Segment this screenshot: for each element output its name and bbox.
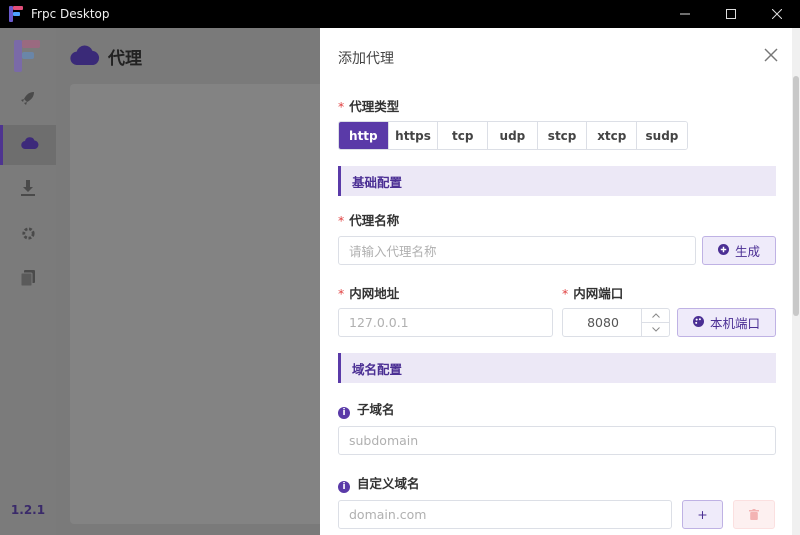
maximize-button[interactable] [708, 0, 754, 28]
sidebar-item-launch[interactable] [0, 80, 56, 120]
app-logo-icon [9, 6, 23, 22]
page-title: 代理 [108, 49, 142, 69]
download-icon [21, 180, 35, 200]
proxy-type-https[interactable]: https [388, 122, 439, 149]
drawer-title: 添加代理 [338, 51, 394, 67]
proxy-type-label: * 代理类型 [338, 99, 400, 114]
version-label: 1.2.1 [10, 503, 46, 517]
trash-icon [749, 509, 759, 520]
rocket-icon [20, 90, 36, 110]
window-title: Frpc Desktop [31, 7, 110, 21]
proxy-type-group: http https tcp udp stcp xtcp sudp [338, 121, 688, 150]
subdomain-input[interactable]: subdomain [338, 426, 776, 455]
proxy-name-input[interactable]: 请输入代理名称 [338, 236, 696, 265]
generate-name-button[interactable]: 生成 [702, 236, 776, 265]
document-icon [20, 270, 35, 290]
local-port-stepper[interactable]: 8080 [562, 308, 670, 337]
proxy-name-label: * 代理名称 [338, 213, 400, 228]
sidebar-item-proxy[interactable] [0, 125, 56, 165]
proxy-type-tcp[interactable]: tcp [438, 122, 489, 149]
basic-config-section: 基础配置 [338, 166, 776, 196]
local-ip-label: * 内网地址 [338, 286, 400, 301]
custom-domain-label: i 自定义域名 [338, 473, 420, 493]
domain-config-section: 域名配置 [338, 353, 776, 383]
custom-domain-input[interactable]: domain.com [338, 500, 672, 529]
local-port-label: * 内网端口 [562, 286, 624, 301]
cloud-icon [20, 137, 39, 153]
close-icon [764, 48, 778, 62]
info-icon: i [338, 407, 350, 419]
add-domain-button[interactable]: + [682, 500, 723, 529]
palette-icon [692, 315, 704, 330]
local-ip-input[interactable]: 127.0.0.1 [338, 308, 553, 337]
brand-logo-icon [14, 38, 40, 72]
sidebar-item-settings[interactable] [0, 215, 56, 255]
proxy-type-xtcp[interactable]: xtcp [587, 122, 638, 149]
info-icon: i [338, 481, 350, 493]
sidebar: 1.2.1 [0, 28, 56, 535]
sidebar-item-download[interactable] [0, 170, 56, 210]
minimize-button[interactable] [662, 0, 708, 28]
chevron-down-icon [651, 326, 660, 332]
gear-icon [21, 226, 36, 245]
proxy-type-http[interactable]: http [339, 122, 389, 149]
cloud-icon [70, 44, 100, 69]
proxy-list-panel [70, 84, 330, 524]
add-proxy-drawer: 添加代理 * 代理类型 http https tcp udp stcp xtcp … [320, 28, 792, 535]
local-port-value[interactable]: 8080 [563, 309, 643, 336]
proxy-type-stcp[interactable]: stcp [537, 122, 588, 149]
proxy-type-udp[interactable]: udp [488, 122, 538, 149]
delete-domain-button[interactable] [733, 500, 775, 529]
scrollbar-thumb[interactable] [793, 76, 799, 316]
decrement-button[interactable] [642, 323, 669, 337]
sidebar-item-logs[interactable] [0, 260, 56, 300]
local-port-button[interactable]: 本机端口 [677, 308, 776, 337]
chevron-up-icon [651, 313, 660, 318]
close-drawer-button[interactable] [764, 48, 780, 64]
proxy-type-sudp[interactable]: sudp [637, 122, 687, 149]
title-bar: Frpc Desktop [0, 0, 800, 28]
increment-button[interactable] [642, 309, 669, 323]
drawer-scrollbar[interactable] [792, 28, 800, 535]
subdomain-label: i 子域名 [338, 399, 395, 419]
plus-circle-icon [717, 243, 729, 258]
close-window-button[interactable] [754, 0, 800, 28]
